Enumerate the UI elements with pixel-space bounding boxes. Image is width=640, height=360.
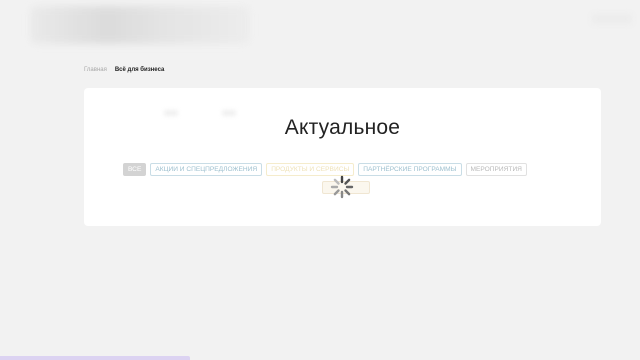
breadcrumb-home-link[interactable]: Главная [84, 67, 107, 73]
page-title: Актуальное [284, 116, 401, 139]
header-right-blurred [592, 14, 632, 24]
breadcrumb-current: Всё для бизнеса [114, 67, 165, 73]
filter-promotions[interactable]: Акции и спецпредложения [150, 163, 263, 176]
bottom-progress-bar [0, 356, 190, 360]
spinner-icon [330, 175, 354, 199]
breadcrumb: Главная Всё для бизнеса [84, 67, 164, 73]
filter-tabs: Все Акции и спецпредложения Продукты и с… [123, 163, 527, 176]
content-card: Актуальное Все Акции и спецпредложения П… [84, 88, 601, 226]
filter-partner-programs[interactable]: Партнёрские программы [358, 163, 462, 176]
page: Главная Всё для бизнеса Актуальное Все А… [0, 0, 640, 360]
filter-all[interactable]: Все [123, 163, 147, 176]
header-logo-blurred [30, 6, 250, 44]
filter-events[interactable]: Мероприятия [465, 163, 527, 176]
